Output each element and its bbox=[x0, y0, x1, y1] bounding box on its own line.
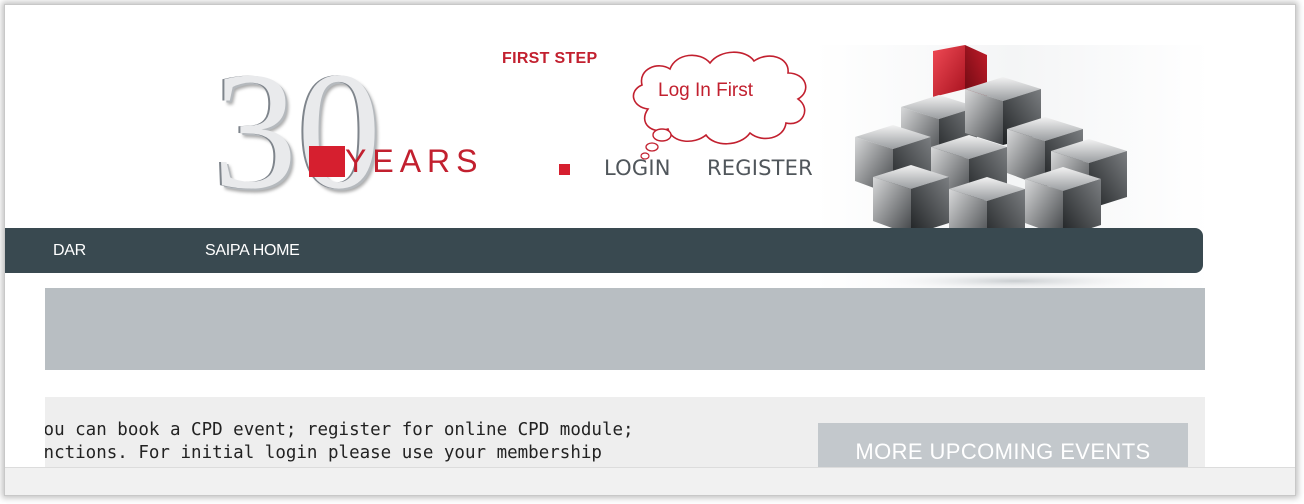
logo-years-text: YEARS bbox=[345, 143, 484, 179]
register-link[interactable]: REGISTER bbox=[707, 156, 813, 180]
logo-red-square bbox=[309, 146, 345, 177]
nav-item-saipa-home[interactable]: SAIPA HOME bbox=[205, 242, 300, 260]
banner-band bbox=[45, 288, 1205, 370]
thought-cloud-icon bbox=[632, 51, 807, 160]
bottom-border bbox=[5, 467, 1295, 495]
intro-text: You can book a CPD event; register for o… bbox=[45, 419, 785, 465]
more-upcoming-events-button[interactable]: MORE UPCOMING EVENTS bbox=[818, 423, 1188, 467]
logo-digit-zero: 0 bbox=[297, 38, 381, 224]
intro-line: unctions. For initial login please use y… bbox=[45, 443, 602, 463]
cloud-text: Log In First bbox=[658, 80, 754, 101]
thirty-years-logo: 3 0 YEARS bbox=[213, 47, 503, 219]
main-nav-bar: DAR SAIPA HOME bbox=[5, 228, 1203, 273]
screenshot-frame: 3 0 YEARS FIRST STEP Log In First LOGIN … bbox=[4, 4, 1296, 496]
content-panel: You can book a CPD event; register for o… bbox=[45, 397, 1205, 467]
logo-digit-three: 3 bbox=[213, 38, 297, 224]
nav-item-calendar[interactable]: DAR bbox=[53, 242, 86, 260]
intro-line: You can book a CPD event; register for o… bbox=[45, 420, 634, 440]
red-bullet-icon bbox=[559, 164, 570, 175]
login-link[interactable]: LOGIN bbox=[604, 156, 671, 180]
page: 3 0 YEARS FIRST STEP Log In First LOGIN … bbox=[5, 5, 1295, 467]
first-step-annotation: FIRST STEP bbox=[502, 50, 598, 67]
